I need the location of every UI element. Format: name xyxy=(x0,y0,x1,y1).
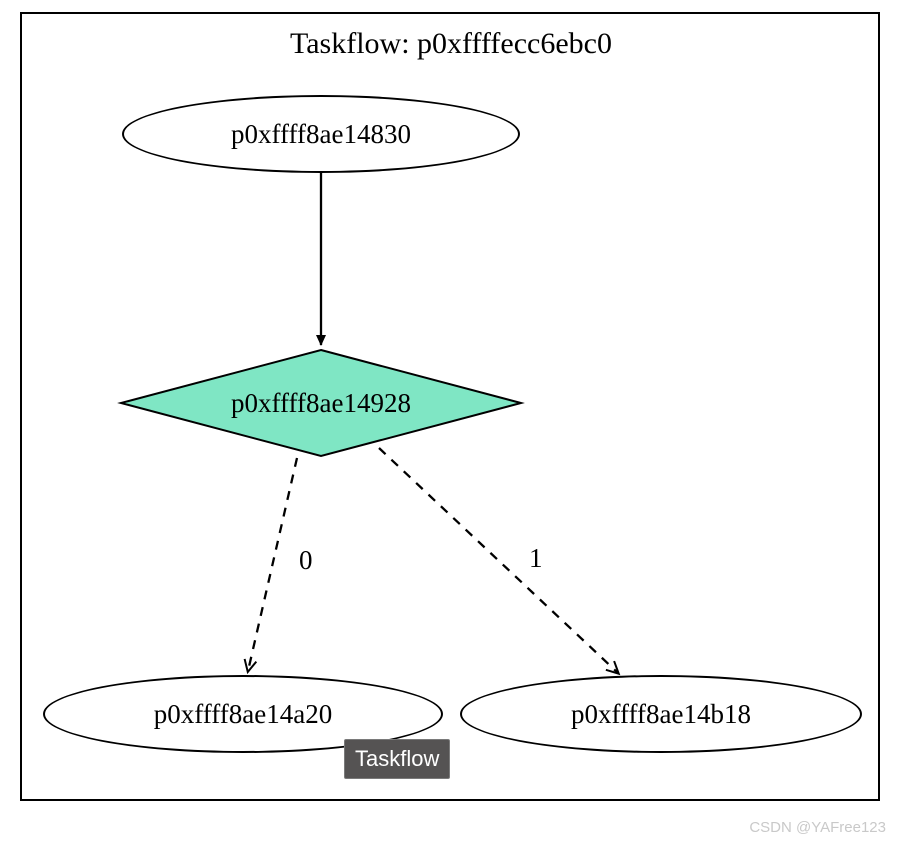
watermark: CSDN @YAFree123 xyxy=(749,819,886,836)
node-diamond: p0xffff8ae14928 xyxy=(120,349,522,457)
edge-label-0: 0 xyxy=(299,545,313,576)
node-label-2: p0xffff8ae14928 xyxy=(120,349,522,457)
edge-dashed-1 xyxy=(379,448,618,673)
tooltip: Taskflow xyxy=(344,739,450,779)
edge-dashed-0 xyxy=(248,458,297,671)
edge-label-1: 1 xyxy=(529,543,543,574)
